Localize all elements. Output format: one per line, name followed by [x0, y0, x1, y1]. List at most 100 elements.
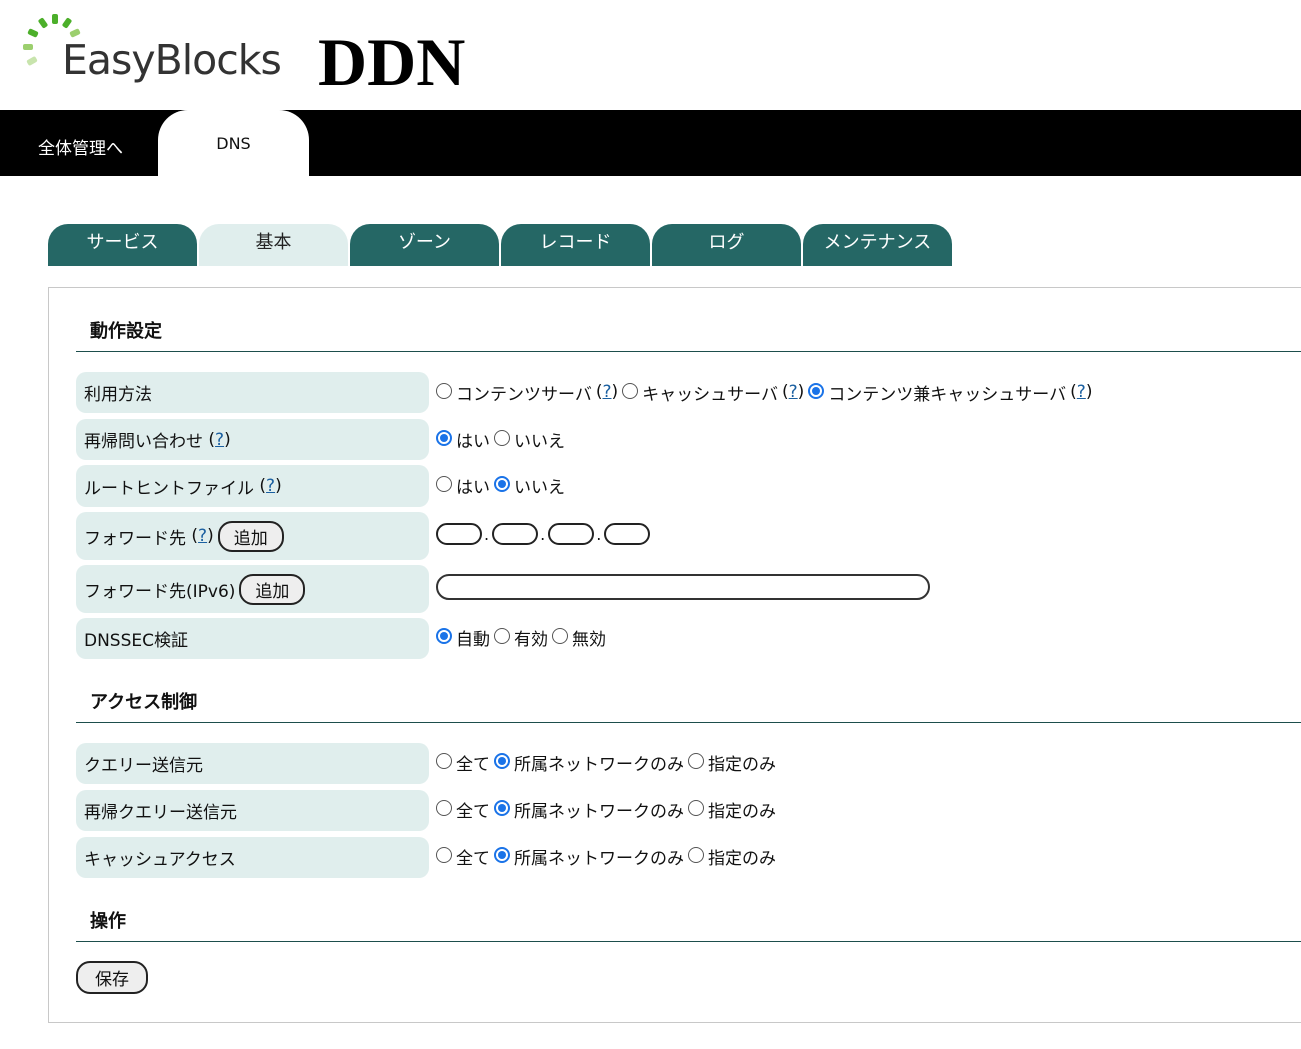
subtab-record[interactable]: レコード	[501, 224, 650, 266]
tab-dns-label: DNS	[216, 134, 251, 153]
help-link[interactable]: ?	[1077, 382, 1086, 402]
radio-query-specified[interactable]	[688, 753, 704, 769]
option-label: 自動	[456, 629, 490, 650]
label-root-hint-text: ルートヒントファイル	[84, 478, 254, 499]
label-recursive-source-text: 再帰クエリー送信元	[84, 803, 237, 823]
option-label: 所属ネットワークのみ	[514, 848, 684, 869]
add-forward-button[interactable]: 追加	[217, 520, 284, 552]
subtab-zone[interactable]: ゾーン	[350, 224, 499, 266]
label-forward: フォワード先 (?) 追加	[76, 512, 429, 560]
subtab-basic[interactable]: 基本	[199, 224, 348, 266]
radio-usage-cache[interactable]	[622, 383, 639, 399]
label-recursive-source: 再帰クエリー送信元	[76, 790, 429, 831]
help-link[interactable]: ?	[266, 476, 275, 496]
label-recursion: 再帰問い合わせ (?)	[76, 419, 429, 460]
radio-dnssec-auto[interactable]	[436, 628, 452, 644]
radio-query-network[interactable]	[494, 753, 510, 769]
radio-query-all[interactable]	[436, 753, 452, 769]
recursive-source-radio-group: 全て 所属ネットワークのみ 指定のみ	[436, 795, 780, 823]
radio-recursive-specified[interactable]	[688, 800, 704, 816]
label-recursion-text: 再帰問い合わせ	[84, 432, 203, 452]
option-label: 指定のみ	[708, 848, 776, 869]
radio-usage-content[interactable]	[436, 383, 452, 399]
ip-dot: .	[596, 524, 602, 544]
option-label: 所属ネットワークのみ	[514, 754, 684, 775]
option-label: いいえ	[514, 477, 565, 498]
ip-octet-2-input[interactable]	[492, 523, 539, 545]
ip-dot: .	[484, 524, 490, 544]
dnssec-radio-group: 自動 有効 無効	[436, 623, 610, 651]
radio-recursive-all[interactable]	[436, 800, 452, 816]
divider	[76, 351, 1301, 352]
root-hint-radio-group: はい いいえ	[436, 471, 569, 499]
section-title-operation: 動作設定	[90, 321, 162, 342]
help-link[interactable]: ?	[602, 382, 611, 402]
radio-root-hint-no[interactable]	[494, 476, 510, 492]
subtab-service[interactable]: サービス	[48, 224, 197, 266]
forward-ipv4-input: . . .	[436, 520, 651, 548]
help-link[interactable]: ?	[215, 430, 224, 450]
tab-global-admin-label: 全体管理へ	[38, 139, 123, 159]
radio-dnssec-disabled[interactable]	[552, 628, 568, 644]
ip-octet-4-input[interactable]	[604, 523, 651, 545]
help-link[interactable]: ?	[198, 526, 207, 546]
divider	[76, 722, 1301, 723]
option-label: 無効	[572, 629, 606, 650]
option-label: 所属ネットワークのみ	[514, 801, 684, 822]
save-button[interactable]: 保存	[76, 961, 148, 994]
tab-dns[interactable]: DNS	[158, 110, 309, 176]
radio-recursion-yes[interactable]	[436, 430, 452, 446]
radio-cache-specified[interactable]	[688, 847, 704, 863]
logo-text: EasyBlocks	[62, 36, 282, 84]
subtab-maintenance[interactable]: メンテナンス	[803, 224, 952, 266]
forward-ipv6-input[interactable]	[436, 574, 930, 600]
label-forward-text: フォワード先	[84, 528, 186, 549]
option-label: コンテンツサーバ	[456, 384, 592, 405]
option-label: いいえ	[514, 431, 565, 452]
page-title: DDN	[318, 24, 466, 100]
forward-ipv6-row	[436, 573, 930, 601]
tab-global-admin[interactable]: 全体管理へ	[0, 110, 170, 176]
option-label: キャッシュサーバ	[642, 384, 778, 405]
section-title-actions: 操作	[90, 911, 126, 932]
ip-dot: .	[540, 524, 546, 544]
label-forward-ipv6-text: フォワード先(IPv6)	[84, 581, 236, 602]
radio-recursive-network[interactable]	[494, 800, 510, 816]
option-label: 全て	[456, 754, 490, 775]
cache-access-radio-group: 全て 所属ネットワークのみ 指定のみ	[436, 842, 780, 870]
subtab-log[interactable]: ログ	[652, 224, 801, 266]
radio-recursion-no[interactable]	[494, 430, 510, 446]
option-label: 指定のみ	[708, 801, 776, 822]
divider	[76, 941, 1301, 942]
radio-cache-all[interactable]	[436, 847, 452, 863]
label-usage-text: 利用方法	[84, 385, 152, 405]
option-label: 全て	[456, 848, 490, 869]
option-label: はい	[456, 477, 490, 498]
ip-octet-1-input[interactable]	[436, 523, 482, 545]
option-label: 全て	[456, 801, 490, 822]
radio-usage-content-cache[interactable]	[808, 383, 825, 399]
label-dnssec-text: DNSSEC検証	[84, 631, 189, 651]
add-forward-ipv6-button[interactable]: 追加	[239, 573, 306, 605]
label-cache-access: キャッシュアクセス	[76, 837, 429, 878]
label-query-source: クエリー送信元	[76, 743, 429, 784]
label-dnssec: DNSSEC検証	[76, 618, 429, 659]
radio-cache-network[interactable]	[494, 847, 510, 863]
ip-octet-3-input[interactable]	[548, 523, 595, 545]
radio-root-hint-yes[interactable]	[436, 476, 452, 492]
label-usage: 利用方法	[76, 372, 429, 413]
label-query-source-text: クエリー送信元	[84, 756, 203, 776]
label-cache-access-text: キャッシュアクセス	[84, 850, 236, 870]
option-label: はい	[456, 431, 490, 452]
query-source-radio-group: 全て 所属ネットワークのみ 指定のみ	[436, 748, 780, 776]
help-link[interactable]: ?	[789, 382, 798, 402]
usage-radio-group: コンテンツサーバ (?) キャッシュサーバ (?) コンテンツ兼キャッシュサーバ…	[436, 378, 1092, 406]
option-label: 指定のみ	[708, 754, 776, 775]
recursion-radio-group: はい いいえ	[436, 425, 569, 453]
radio-dnssec-enabled[interactable]	[494, 628, 510, 644]
option-label: コンテンツ兼キャッシュサーバ	[828, 384, 1067, 405]
option-label: 有効	[514, 629, 548, 650]
label-root-hint: ルートヒントファイル (?)	[76, 465, 429, 507]
section-title-access: アクセス制御	[90, 692, 198, 713]
easyblocks-logo: EasyBlocks	[22, 12, 282, 88]
